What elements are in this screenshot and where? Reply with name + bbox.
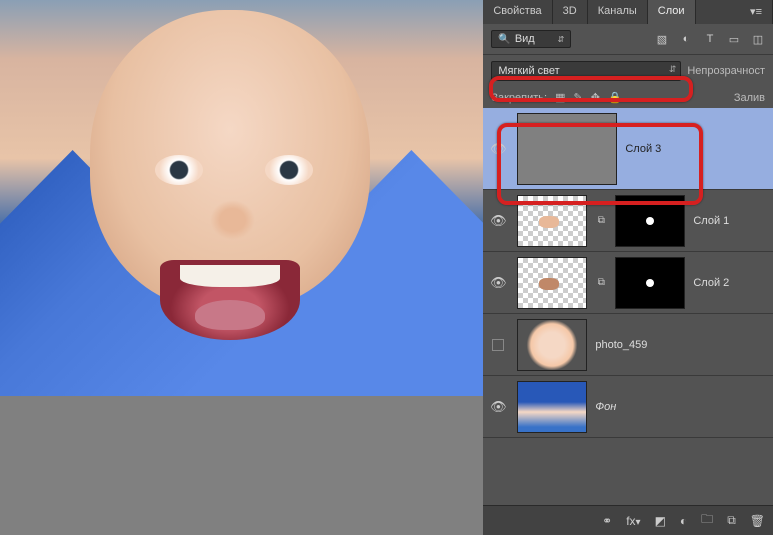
layer-name[interactable]: Слой 3 (625, 143, 661, 155)
layer-row-sloy3[interactable]: 👁 Слой 3 (483, 108, 773, 190)
delete-layer-icon[interactable]: 🗑 (750, 514, 765, 528)
layer-row-sloy1[interactable]: 👁 ⧉ Слой 1 (483, 190, 773, 252)
layers-panel: Свойства 3D Каналы Слои ▾≡ 🔍 Вид ⇵ ▧ ◐ T… (483, 0, 773, 535)
new-layer-icon[interactable]: ⧉ (727, 513, 736, 528)
filter-adjust-icon[interactable]: ◐ (679, 33, 693, 46)
visibility-toggle[interactable]: 👁 (487, 141, 509, 157)
mask-link-icon[interactable]: ⧉ (595, 277, 607, 288)
panel-tabs: Свойства 3D Каналы Слои ▾≡ (483, 0, 773, 24)
fill-label: Залив (734, 92, 765, 104)
lock-all-icon[interactable]: 🔒 (608, 91, 622, 104)
layer-thumbnail[interactable] (517, 195, 587, 247)
lock-row: Закрепить: ▦ ✎ ✥ 🔒 Залив (483, 87, 773, 108)
layer-thumbnail[interactable] (517, 113, 617, 185)
new-fill-adjust-icon[interactable]: ◐ (680, 514, 687, 528)
layer-name[interactable]: Слой 2 (693, 277, 729, 289)
layer-thumbnail[interactable] (517, 381, 587, 433)
layer-name[interactable]: photo_459 (595, 339, 647, 351)
layer-row-sloy2[interactable]: 👁 ⧉ Слой 2 (483, 252, 773, 314)
layer-thumbnail[interactable] (517, 257, 587, 309)
visibility-toggle[interactable]: 👁 (487, 213, 509, 229)
filter-kind-select[interactable]: 🔍 Вид ⇵ (491, 30, 571, 48)
filter-type-icon[interactable]: T (703, 33, 717, 46)
chevron-updown-icon: ⇵ (558, 35, 565, 44)
opacity-label: Непрозрачност (687, 65, 765, 77)
filter-pixel-icon[interactable]: ▧ (655, 33, 669, 46)
layers-bottom-bar: ⚭ fx▾ ◩ ◐ 🗀 ⧉ 🗑 (483, 505, 773, 535)
lock-position-icon[interactable]: ✥ (591, 91, 600, 104)
mask-link-icon[interactable]: ⧉ (595, 215, 607, 226)
search-icon: 🔍 (498, 34, 510, 45)
mask-thumbnail[interactable] (615, 257, 685, 309)
tab-properties[interactable]: Свойства (483, 0, 552, 24)
link-layers-icon[interactable]: ⚭ (602, 514, 612, 528)
add-mask-icon[interactable]: ◩ (655, 514, 666, 528)
layer-row-background[interactable]: 👁 Фон (483, 376, 773, 438)
visibility-toggle[interactable]: 👁 (487, 399, 509, 415)
blend-mode-row: Мягкий свет Непрозрачност (483, 55, 773, 87)
visibility-toggle[interactable]: 👁 (487, 275, 509, 291)
layer-filter-bar: 🔍 Вид ⇵ ▧ ◐ T ▭ ◫ (483, 24, 773, 55)
filter-shape-icon[interactable]: ▭ (727, 33, 741, 46)
layer-thumbnail[interactable] (517, 319, 587, 371)
lock-transparency-icon[interactable]: ▦ (555, 91, 565, 104)
panel-menu-icon[interactable]: ▾≡ (740, 0, 773, 24)
tab-layers[interactable]: Слои (648, 0, 696, 24)
mask-thumbnail[interactable] (615, 195, 685, 247)
filter-kind-label: Вид (515, 33, 535, 45)
lock-pixels-icon[interactable]: ✎ (574, 91, 583, 104)
canvas-area[interactable] (0, 0, 483, 535)
layer-name[interactable]: Слой 1 (693, 215, 729, 227)
lock-label: Закрепить: (491, 92, 547, 104)
layers-list: 👁 Слой 3 👁 ⧉ Слой 1 👁 ⧉ Слой 2 photo_459… (483, 108, 773, 505)
tab-3d[interactable]: 3D (553, 0, 588, 24)
tab-channels[interactable]: Каналы (588, 0, 648, 24)
layer-name[interactable]: Фон (595, 401, 616, 413)
document-photo (0, 0, 483, 396)
visibility-toggle[interactable] (487, 339, 509, 351)
blend-mode-select[interactable]: Мягкий свет (491, 61, 681, 81)
layer-row-photo459[interactable]: photo_459 (483, 314, 773, 376)
filter-smart-icon[interactable]: ◫ (751, 33, 765, 46)
layer-style-icon[interactable]: fx▾ (626, 514, 640, 528)
new-group-icon[interactable]: 🗀 (701, 510, 713, 531)
